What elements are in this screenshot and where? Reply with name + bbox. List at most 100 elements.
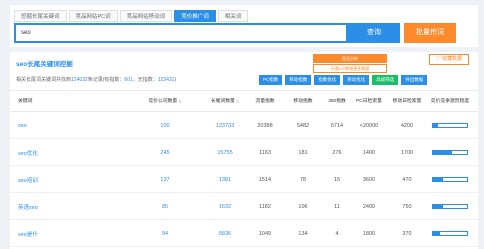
- cell-keyword[interactable]: seo培训: [18, 166, 98, 193]
- cell-mobile-daily: 370: [402, 230, 412, 237]
- page: 挖掘长尾关键词 竞品网站PC词 竞品网站移动词 竞价推广词 相关词 seo 查询…: [0, 0, 484, 249]
- summary-prefix: 相关长尾词关键词共找到: [16, 77, 72, 83]
- cell-competition: [430, 139, 470, 166]
- favorite-button[interactable]: ♡ 收藏数据: [429, 54, 469, 65]
- col-pc-daily[interactable]: PC日检索量: [354, 91, 384, 113]
- cell-s360: 276: [332, 149, 342, 156]
- cell-keyword[interactable]: seo优化: [18, 139, 98, 166]
- competition-bar-fill: [433, 178, 444, 181]
- compare-button[interactable]: 竞品分析: [313, 54, 387, 63]
- cell-flow: 1514: [258, 176, 272, 183]
- cell-competition: [430, 166, 470, 193]
- cell-pc: <20000: [359, 122, 379, 129]
- cell-s360: 5714: [330, 122, 344, 129]
- tool-button-2[interactable]: 指数优化: [314, 75, 341, 85]
- col-competition[interactable]: 竞价竞争激烈程度: [430, 91, 470, 113]
- competition-bar-fill: [433, 205, 444, 208]
- col-mobile-index[interactable]: 移动指数: [292, 91, 314, 113]
- cell-mobile: 78: [299, 176, 307, 183]
- competition-bar-fill: [433, 151, 452, 154]
- competition-bar: [432, 204, 468, 209]
- cell-flow: 20388: [257, 122, 273, 129]
- col-longtail[interactable]: 长尾词数量 ⇅: [200, 91, 250, 113]
- cell-mobile-daily: 1700: [400, 149, 414, 156]
- col-flow-index[interactable]: 流量指数: [254, 91, 276, 113]
- search-tabs: 挖掘长尾关键词 竞品网站PC词 竞品网站移动词 竞价推广词 相关词: [14, 10, 250, 22]
- summary-suffix: 无指数：: [137, 77, 158, 83]
- cell-companies[interactable]: 245: [135, 139, 195, 166]
- cell-pc: 1800: [362, 230, 376, 237]
- table-row: seo 100 123733 20388 5482 5714 <20000 4200: [10, 112, 478, 139]
- cell-longtail[interactable]: 5836: [200, 220, 250, 247]
- cell-mobile: 134: [298, 230, 308, 237]
- competition-bar-fill: [433, 232, 440, 235]
- cell-longtail[interactable]: 1381: [200, 166, 250, 193]
- tool-button-5[interactable]: 导出数据: [401, 75, 428, 85]
- cell-companies[interactable]: 100: [135, 112, 195, 139]
- result-summary: 相关长尾词关键词共找到124032条记录(有指数：601，无指数：123431): [16, 77, 177, 83]
- search-input[interactable]: seo: [14, 23, 348, 43]
- tab-competitor-pc[interactable]: 竞品网站PC词: [68, 10, 118, 22]
- col-mobile-daily[interactable]: 移动日检索量: [392, 91, 422, 113]
- toolbar: PC指数 移动指数 指数优化 移动优化 高级筛选 导出数据: [259, 75, 430, 85]
- summary-mid: 条记录(有指数：: [87, 77, 125, 83]
- search-button[interactable]: 查询: [348, 23, 400, 43]
- cell-keyword[interactable]: 英语seo: [18, 193, 98, 220]
- col-360-index[interactable]: 360指数: [326, 91, 348, 113]
- competition-bar: [432, 123, 468, 128]
- result-panel: seo长尾关键词挖掘 竞品分析 开通VIP解锁更多数据 ♡ 收藏数据 相关长尾词…: [10, 52, 478, 249]
- cell-s360: 4: [335, 230, 339, 237]
- cell-mobile-daily: 470: [402, 176, 412, 183]
- cell-keyword[interactable]: seo是什: [18, 220, 98, 247]
- batch-mine-button[interactable]: 批量挖词: [404, 23, 456, 43]
- cell-competition: [430, 193, 470, 220]
- tab-bidding[interactable]: 竞价推广词: [174, 10, 216, 22]
- cell-pc: 2400: [362, 203, 376, 210]
- summary-no-index: 123431: [157, 77, 175, 83]
- cell-s360: 11: [334, 203, 340, 210]
- cell-longtail[interactable]: 123733: [200, 112, 250, 139]
- table-header: 关键词 竞价公司数量 ⇅ 长尾词数量 ⇅ 流量指数 移动指数 360指数 PC日检索…: [10, 90, 478, 112]
- competition-bar: [432, 150, 468, 155]
- cell-companies[interactable]: 137: [135, 166, 195, 193]
- cell-longtail[interactable]: 1632: [200, 193, 250, 220]
- tool-button-1[interactable]: 移动指数: [285, 75, 312, 85]
- tool-button-4[interactable]: 高级筛选: [372, 75, 399, 85]
- tool-button-0[interactable]: PC指数: [259, 75, 283, 85]
- competition-bar: [432, 177, 468, 182]
- table-row: seo优化 245 15755 1163 181 276 1400 1700: [10, 139, 478, 166]
- competition-bar-fill: [433, 124, 439, 127]
- cell-flow: 1049: [258, 230, 272, 237]
- cell-mobile-daily: 750: [402, 203, 412, 210]
- cell-pc: 1400: [362, 149, 376, 156]
- cell-competition: [430, 112, 470, 139]
- tab-competitor-mobile[interactable]: 竞品网站移动词: [119, 10, 173, 22]
- cell-mobile: 181: [298, 149, 308, 156]
- vip-unlock-button[interactable]: 开通VIP解锁更多数据: [313, 64, 387, 73]
- summary-indexed: 601: [124, 77, 133, 83]
- tab-longtail[interactable]: 挖掘长尾关键词: [14, 10, 67, 22]
- col-keyword[interactable]: 关键词: [18, 91, 78, 113]
- table-row: seo是什 94 5836 1049 134 4 1800 370: [10, 220, 478, 247]
- tool-button-3[interactable]: 移动优化: [343, 75, 370, 85]
- cell-mobile: 106: [298, 203, 308, 210]
- search-panel: 挖掘长尾关键词 竞品网站PC词 竞品网站移动词 竞价推广词 相关词 seo 查询…: [10, 5, 478, 47]
- cell-keyword[interactable]: seo: [18, 112, 98, 139]
- cell-mobile-daily: 4200: [400, 122, 414, 129]
- cell-competition: [430, 220, 470, 247]
- cell-longtail[interactable]: 15755: [200, 139, 250, 166]
- cell-companies[interactable]: 85: [135, 193, 195, 220]
- cell-companies[interactable]: 94: [135, 220, 195, 247]
- table-row: seo培训 137 1381 1514 78 15 3600 470: [10, 166, 478, 193]
- cell-s360: 15: [333, 176, 341, 183]
- cell-pc: 3600: [362, 176, 376, 183]
- col-companies[interactable]: 竞价公司数量 ⇅: [135, 91, 195, 113]
- cell-flow: 1182: [259, 203, 271, 210]
- table-row: 英语seo 85 1632 1182 106 11 2400 750: [10, 193, 478, 220]
- cell-mobile: 5482: [296, 122, 310, 129]
- summary-total: 124032: [71, 77, 88, 83]
- cell-flow: 1163: [259, 149, 271, 156]
- tab-related[interactable]: 相关词: [217, 10, 249, 22]
- result-title: seo长尾关键词挖掘: [16, 61, 73, 68]
- competition-bar: [432, 231, 468, 236]
